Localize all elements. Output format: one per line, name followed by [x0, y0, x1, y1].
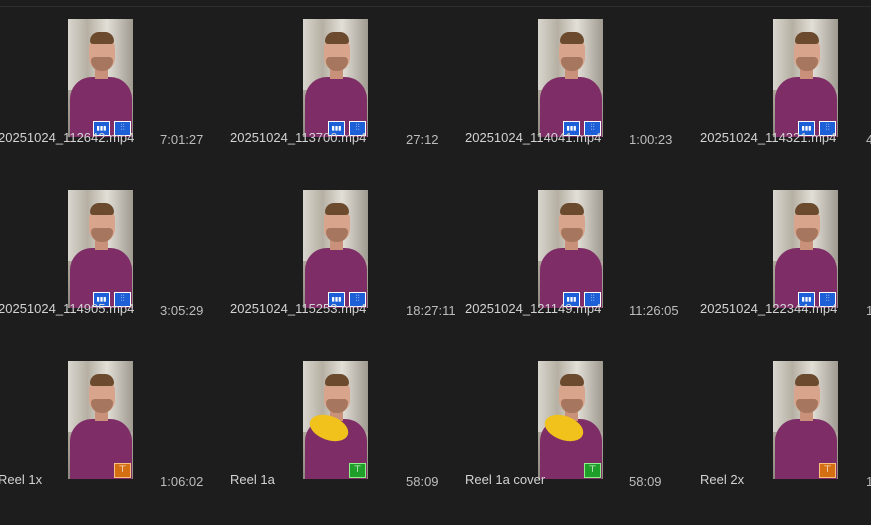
clip-thumbnail[interactable]: ⊤ [68, 361, 133, 479]
clip-duration: 7:01:27 [160, 132, 204, 147]
clip-name[interactable]: 20251024_114905.mp4 [0, 301, 134, 316]
clip-thumbnail[interactable]: ▮▮▮ ⫶⫶ [303, 190, 368, 308]
clip-thumbnail[interactable]: ▮▮▮ ⫶⫶ [303, 19, 368, 137]
clip-tile[interactable]: ▮▮▮ ⫶⫶ 20251024_121149.mp4 11:26:05 [465, 171, 705, 343]
clip-tile[interactable]: ▮▮▮ ⫶⫶ 20251024_115253.mp4 18:27:11 [230, 171, 470, 343]
clip-thumbnail[interactable]: ⊤ [773, 361, 838, 479]
sequence-icon: ⊤ [584, 463, 601, 478]
clip-duration: 18:27:11 [406, 303, 456, 318]
clip-name[interactable]: Reel 1x [0, 472, 42, 487]
clip-thumbnail[interactable]: ▮▮▮ ⫶⫶ [538, 190, 603, 308]
clip-tile[interactable]: ▮▮▮ ⫶⫶ 20251024_114041.mp4 1:00:23 [465, 0, 705, 172]
clip-thumbnail[interactable]: ▮▮▮ ⫶⫶ [68, 190, 133, 308]
clip-tile[interactable]: ⊤ Reel 1x 1:06:02 [0, 342, 235, 514]
clip-tile[interactable]: ⊤ Reel 1a 58:09 [230, 342, 470, 514]
sequence-icon: ⊤ [349, 463, 366, 478]
clip-tile[interactable]: ▮▮▮ ⫶⫶ 20251024_112642.mp4 7:01:27 [0, 0, 235, 172]
clip-thumbnail[interactable]: ▮▮▮ ⫶⫶ [773, 19, 838, 137]
clip-thumbnail[interactable]: ▮▮▮ ⫶⫶ [773, 190, 838, 308]
clip-tile[interactable]: ▮▮▮ ⫶⫶ 20251024_114905.mp4 3:05:29 [0, 171, 235, 343]
clip-name[interactable]: Reel 2x [700, 472, 744, 487]
clip-duration: 27:12 [406, 132, 439, 147]
clip-name[interactable]: 20251024_114041.mp4 [465, 130, 601, 145]
clip-tile[interactable]: ⊤ Reel 1a cover 58:09 [465, 342, 705, 514]
clip-duration: 1 [866, 474, 871, 489]
clip-tile[interactable]: ⊤ Reel 2x 1 [700, 342, 871, 514]
clip-duration: 11:26:05 [629, 303, 679, 318]
clip-thumbnail[interactable]: ⊤ [303, 361, 368, 479]
clip-tile[interactable]: ▮▮▮ ⫶⫶ 20251024_114321.mp4 4 [700, 0, 871, 172]
clip-name[interactable]: 20251024_113700.mp4 [230, 130, 366, 145]
clip-name[interactable]: 20251024_115253.mp4 [230, 301, 366, 316]
clip-name[interactable]: 20251024_122344.mp4 [700, 301, 837, 316]
clip-thumbnail[interactable]: ▮▮▮ ⫶⫶ [538, 19, 603, 137]
clip-duration: 1:00:23 [629, 132, 673, 147]
sequence-icon: ⊤ [114, 463, 131, 478]
clip-name[interactable]: 20251024_114321.mp4 [700, 130, 836, 145]
clip-thumbnail[interactable]: ⊤ [538, 361, 603, 479]
clip-name[interactable]: 20251024_112642.mp4 [0, 130, 134, 145]
sequence-icon: ⊤ [819, 463, 836, 478]
clip-duration: 4 [866, 132, 871, 147]
clip-tile[interactable]: ▮▮▮ ⫶⫶ 20251024_122344.mp4 1 [700, 171, 871, 343]
clip-duration: 58:09 [629, 474, 662, 489]
clip-duration: 3:05:29 [160, 303, 204, 318]
clip-tile[interactable]: ▮▮▮ ⫶⫶ 20251024_113700.mp4 27:12 [230, 0, 470, 172]
clip-duration: 58:09 [406, 474, 439, 489]
clip-name[interactable]: Reel 1a cover [465, 472, 545, 487]
clip-duration: 1:06:02 [160, 474, 204, 489]
clip-thumbnail[interactable]: ▮▮▮ ⫶⫶ [68, 19, 133, 137]
clip-name[interactable]: Reel 1a [230, 472, 275, 487]
clip-duration: 1 [866, 303, 871, 318]
clip-name[interactable]: 20251024_121149.mp4 [465, 301, 601, 316]
